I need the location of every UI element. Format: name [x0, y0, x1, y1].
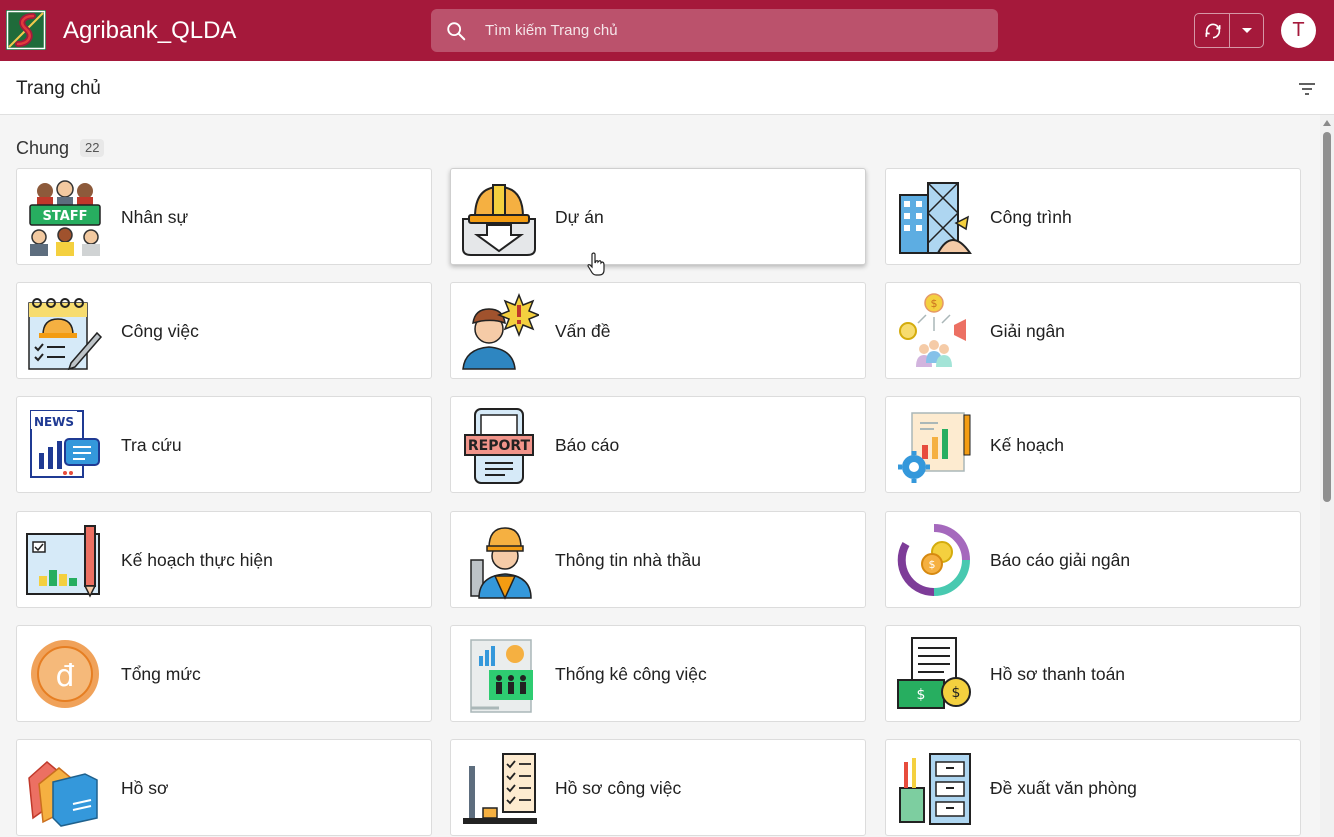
- plan-gear-icon: [898, 412, 971, 483]
- svg-text:$: $: [917, 687, 926, 703]
- card-ho-so-cong-viec[interactable]: Hồ sơ công việc: [450, 739, 866, 836]
- card-du-an[interactable]: Dự án: [450, 168, 866, 265]
- work-statistics-icon: [470, 639, 533, 713]
- card-label: Giải ngân: [990, 321, 1065, 341]
- caret-down-icon: [1242, 27, 1252, 33]
- card-ke-hoach[interactable]: Kế hoạch: [885, 396, 1301, 493]
- hand-cursor-icon: [587, 252, 605, 276]
- report-icon: REPORT: [464, 408, 534, 484]
- sync-button[interactable]: [1195, 14, 1230, 47]
- card-label: Đề xuất văn phòng: [990, 778, 1137, 798]
- top-bar: Agribank_QLDA T: [0, 0, 1334, 61]
- card-thong-ke-cong-viec[interactable]: Thống kê công việc: [450, 625, 866, 722]
- svg-text:$: $: [931, 297, 938, 310]
- agribank-logo[interactable]: [6, 10, 46, 50]
- card-label: Thông tin nhà thầu: [555, 550, 701, 570]
- card-tra-cuu[interactable]: NEWS Tra cứu: [16, 396, 432, 493]
- card-label: Nhân sự: [121, 207, 189, 227]
- staff-icon: STAFF: [29, 180, 101, 256]
- disbursement-icon: $: [899, 293, 966, 367]
- card-nhan-su[interactable]: STAFF Nhân sự: [16, 168, 432, 265]
- card-label: Tổng mức: [121, 664, 201, 684]
- card-tong-muc[interactable]: đ Tổng mức: [16, 625, 432, 722]
- svg-text:$: $: [929, 558, 936, 571]
- card-giai-ngan[interactable]: $ Giải ngân: [885, 282, 1301, 379]
- dong-coin-icon: đ: [31, 640, 99, 708]
- card-label: Công việc: [121, 321, 199, 341]
- page-header: Trang chủ: [0, 61, 1334, 115]
- blueprint-plan-icon: [26, 525, 100, 598]
- card-thong-tin-nha-thau[interactable]: Thông tin nhà thầu: [450, 511, 866, 608]
- card-label: Hồ sơ công việc: [555, 778, 682, 798]
- card-cong-viec[interactable]: Công việc: [16, 282, 432, 379]
- page-title: Trang chủ: [16, 78, 101, 99]
- issue-worker-icon: [462, 292, 539, 370]
- filter-icon[interactable]: [1296, 78, 1318, 100]
- contractor-icon: [470, 527, 532, 600]
- card-label: Kế hoạch thực hiện: [121, 550, 273, 570]
- card-label: Báo cáo: [555, 435, 620, 455]
- construction-building-icon: [899, 182, 972, 254]
- card-de-xuat-van-phong[interactable]: Đề xuất văn phòng: [885, 739, 1301, 836]
- task-clipboard-icon: [28, 298, 103, 371]
- svg-text:đ: đ: [55, 659, 74, 694]
- sync-dropdown-button[interactable]: [1230, 14, 1264, 47]
- search-box[interactable]: [431, 9, 998, 52]
- card-label: Công trình: [990, 207, 1072, 227]
- card-label: Dự án: [555, 207, 604, 227]
- scroll-thumb[interactable]: [1323, 132, 1331, 502]
- payment-document-icon: $ $: [897, 637, 971, 709]
- user-avatar[interactable]: T: [1281, 13, 1316, 48]
- sync-button-group: [1194, 13, 1264, 48]
- project-helmet-icon: [462, 184, 536, 256]
- search-icon: [447, 22, 466, 41]
- card-ho-so-thanh-toan[interactable]: $ $ Hồ sơ thanh toán: [885, 625, 1301, 722]
- svg-text:STAFF: STAFF: [42, 209, 87, 224]
- card-label: Kế hoạch: [990, 435, 1064, 455]
- card-bao-cao-giai-ngan[interactable]: $ Báo cáo giải ngân: [885, 511, 1301, 608]
- card-cong-trinh[interactable]: Công trình: [885, 168, 1301, 265]
- vertical-scrollbar[interactable]: [1320, 115, 1334, 837]
- svg-text:$: $: [952, 685, 961, 701]
- scroll-up-arrow-icon[interactable]: [1323, 120, 1331, 126]
- card-label: Thống kê công việc: [555, 664, 707, 684]
- folders-icon: [28, 761, 98, 827]
- section-count-badge: 22: [80, 139, 105, 157]
- office-supplies-icon: [899, 753, 971, 825]
- svg-text:NEWS: NEWS: [34, 415, 74, 429]
- section-title: Chung: [16, 138, 70, 158]
- card-van-de[interactable]: Vấn đề: [450, 282, 866, 379]
- disbursement-report-icon: $: [897, 524, 970, 597]
- card-ho-so[interactable]: Hồ sơ: [16, 739, 432, 836]
- sync-icon: [1205, 23, 1220, 38]
- card-ke-hoach-thuc-hien[interactable]: Kế hoạch thực hiện: [16, 511, 432, 608]
- card-label: Báo cáo giải ngân: [990, 550, 1131, 570]
- card-label: Tra cứu: [121, 435, 182, 455]
- app-title[interactable]: Agribank_QLDA: [63, 17, 236, 45]
- card-label: Hồ sơ thanh toán: [990, 664, 1126, 684]
- card-label: Vấn đề: [555, 321, 611, 341]
- news-lookup-icon: NEWS: [30, 410, 100, 478]
- work-document-icon: [463, 753, 537, 824]
- card-label: Hồ sơ: [121, 778, 169, 798]
- card-bao-cao[interactable]: REPORT Báo cáo: [450, 396, 866, 493]
- search-input[interactable]: [485, 9, 985, 52]
- svg-text:REPORT: REPORT: [468, 438, 531, 454]
